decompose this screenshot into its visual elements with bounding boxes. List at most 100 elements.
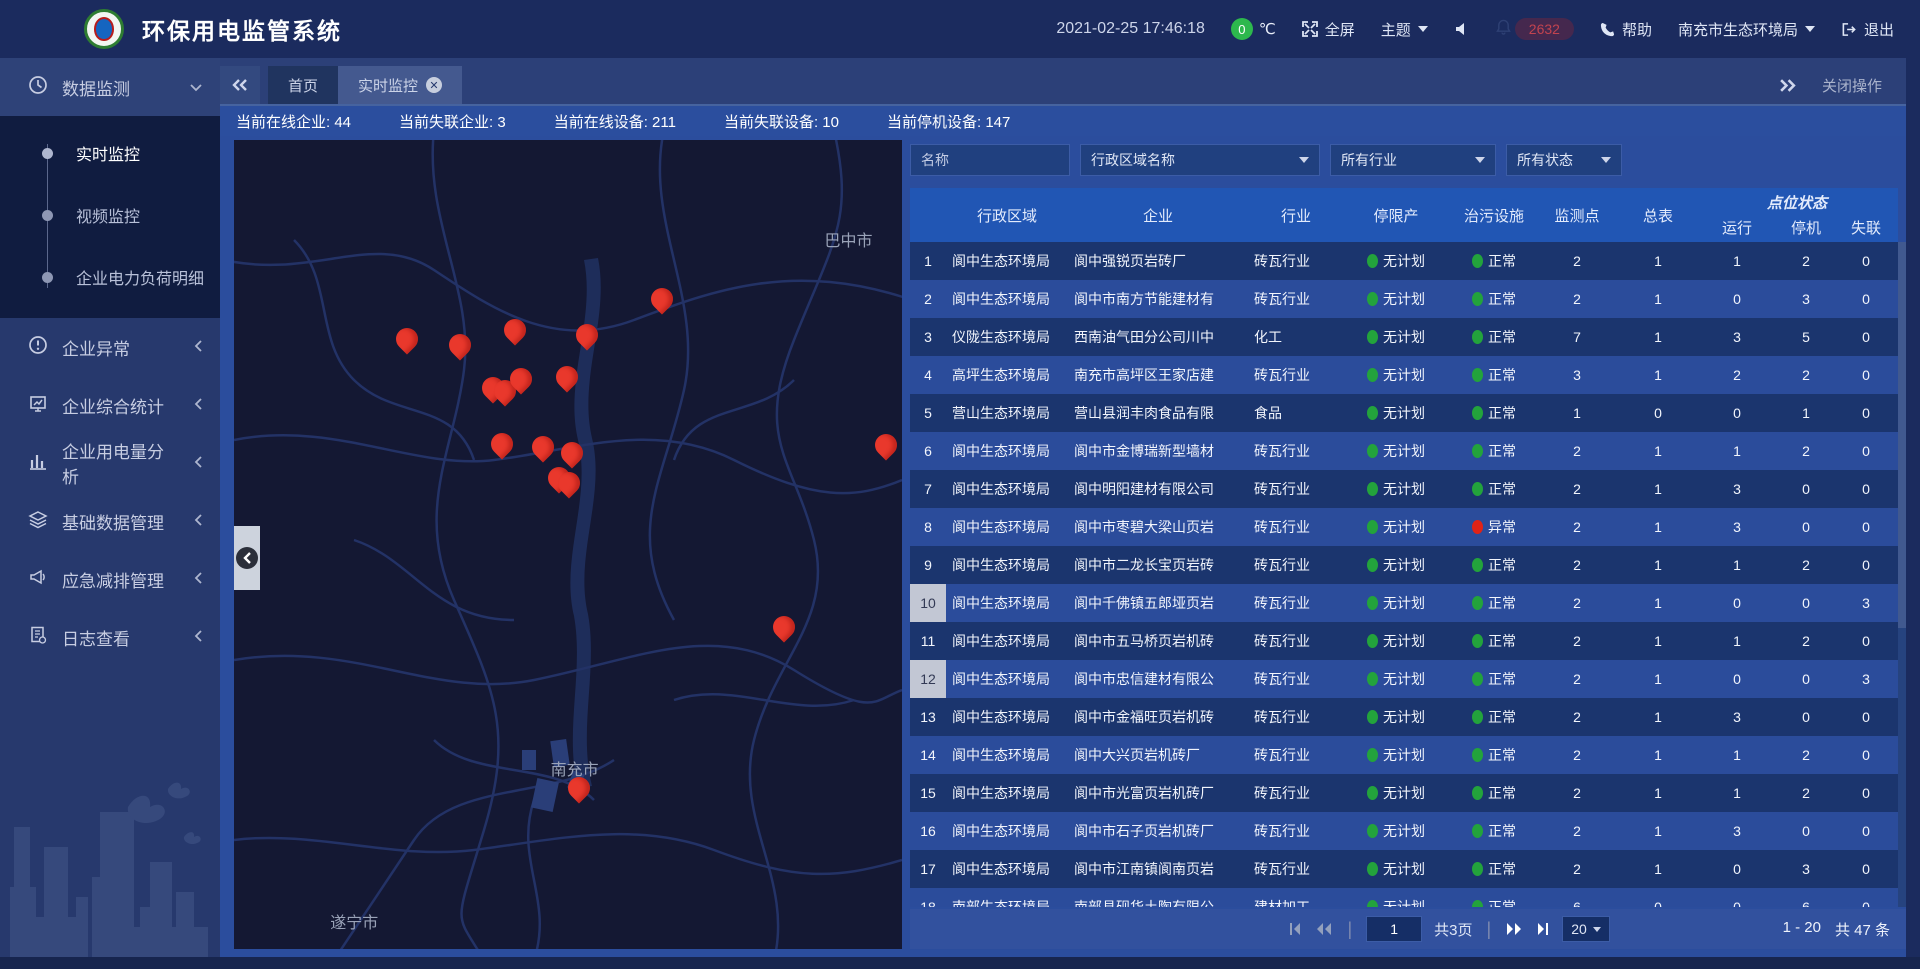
cell-count: 1 <box>1614 812 1702 850</box>
chevron-left-icon <box>194 511 202 531</box>
table-row[interactable]: 10阆中生态环境局阆中千佛镇五郎垭页岩砖瓦行业无计划正常21003 <box>910 584 1898 622</box>
sidebar-item[interactable]: 实时监控 <box>0 122 220 184</box>
cell-facility-status: 正常 <box>1448 470 1540 508</box>
notification-badge: 2632 <box>1515 18 1574 40</box>
fullscreen-button[interactable]: 全屏 <box>1302 19 1355 40</box>
cell-count: 2 <box>1540 508 1614 546</box>
sidebar-item[interactable]: 企业电力负荷明细 <box>0 246 220 308</box>
cell-count: 2 <box>1540 432 1614 470</box>
table-row[interactable]: 1阆中生态环境局阆中强锐页岩砖厂砖瓦行业无计划正常21120 <box>910 242 1898 280</box>
sidebar-group-4[interactable]: 企业用电量分析 <box>0 434 220 492</box>
table-row[interactable]: 9阆中生态环境局阆中市二龙长宝页岩砖砖瓦行业无计划正常21120 <box>910 546 1898 584</box>
table-header-cell[interactable]: 行政区域 <box>946 188 1068 242</box>
page-scrollbar[interactable] <box>1906 58 1920 957</box>
table-row[interactable]: 17阆中生态环境局阆中市江南镇阆南页岩砖瓦行业无计划正常21030 <box>910 850 1898 888</box>
alert-circle-icon <box>28 335 48 360</box>
table-header-cell[interactable]: 监测点 <box>1540 188 1614 242</box>
cell-count: 5 <box>1772 318 1840 356</box>
table-row[interactable]: 4高坪生态环境局南充市高坪区王家店建砖瓦行业无计划正常31220 <box>910 356 1898 394</box>
sidebar-group-2[interactable]: 企业异常 <box>0 318 220 376</box>
logout-button[interactable]: 退出 <box>1841 19 1894 40</box>
cell-enterprise: 阆中市五马桥页岩机砖 <box>1068 622 1248 660</box>
table-header-cell[interactable]: 失联 <box>1840 215 1892 242</box>
cell-count: 0 <box>1772 660 1840 698</box>
table-row[interactable]: 2阆中生态环境局阆中市南方节能建材有砖瓦行业无计划正常21030 <box>910 280 1898 318</box>
table-row[interactable]: 8阆中生态环境局阆中市枣碧大梁山页岩砖瓦行业无计划异常21300 <box>910 508 1898 546</box>
table-header-cell[interactable]: 总表 <box>1614 188 1702 242</box>
sidebar-group-6[interactable]: 应急减排管理 <box>0 550 220 608</box>
table-row[interactable]: 12阆中生态环境局阆中市忠信建材有限公砖瓦行业无计划正常21003 <box>910 660 1898 698</box>
table-scrollbar[interactable] <box>1898 242 1906 907</box>
sidebar-group-1[interactable]: 数据监测 <box>0 58 220 116</box>
table-row[interactable]: 3仪陇生态环境局西南油气田分公司川中化工无计划正常71350 <box>910 318 1898 356</box>
row-number: 14 <box>910 736 946 774</box>
table-row[interactable]: 5营山生态环境局营山县润丰肉食品有限食品无计划正常10010 <box>910 394 1898 432</box>
fullscreen-icon <box>1302 21 1318 37</box>
total-pages-label: 共3页 <box>1434 919 1472 940</box>
sidebar-group-5[interactable]: 基础数据管理 <box>0 492 220 550</box>
status-dot-icon <box>1367 900 1378 907</box>
facility-status-label: 异常 <box>1488 517 1516 537</box>
mute-button[interactable] <box>1454 21 1470 37</box>
cell-count: 0 <box>1840 432 1892 470</box>
cell-stop-status: 无计划 <box>1344 584 1448 622</box>
table-row[interactable]: 18南部生态环境局南部县砚华土陶有限公建材加工无计划正常60060 <box>910 888 1898 907</box>
tab-home[interactable]: 首页 <box>268 66 338 104</box>
table-header-cell[interactable]: 治污设施 <box>1448 188 1540 242</box>
cell-count: 0 <box>1702 660 1772 698</box>
close-operations-button[interactable]: 关闭操作 <box>1822 75 1882 96</box>
row-number: 5 <box>910 394 946 432</box>
first-page-button[interactable] <box>1288 922 1303 936</box>
cell-industry: 砖瓦行业 <box>1248 470 1344 508</box>
sidebar-item[interactable]: 视频监控 <box>0 184 220 246</box>
table-row[interactable]: 11阆中生态环境局阆中市五马桥页岩机砖砖瓦行业无计划正常21120 <box>910 622 1898 660</box>
tabs-scroll-left-button[interactable] <box>220 66 260 104</box>
cell-count: 2 <box>1540 812 1614 850</box>
stat-item: 当前在线设备: 211 <box>554 111 676 132</box>
cell-stop-status: 无计划 <box>1344 432 1448 470</box>
theme-dropdown[interactable]: 主题 <box>1381 19 1428 40</box>
table-header-cell[interactable]: 停限产 <box>1344 188 1448 242</box>
map[interactable]: 巴中市南充市遂宁市 <box>234 140 902 949</box>
help-button[interactable]: 帮助 <box>1600 19 1652 40</box>
table-header-cell[interactable]: 企业 <box>1068 188 1248 242</box>
name-search-input[interactable] <box>910 144 1070 176</box>
industry-select[interactable]: 所有行业 <box>1330 144 1496 176</box>
cell-stop-status: 无计划 <box>1344 242 1448 280</box>
page-size-select[interactable]: 20 <box>1562 916 1610 942</box>
org-dropdown[interactable]: 南充市生态环境局 <box>1678 19 1815 40</box>
table-header-cell[interactable]: 停机 <box>1772 215 1840 242</box>
cell-facility-status: 正常 <box>1448 698 1540 736</box>
notifications-button[interactable]: 2632 <box>1496 18 1574 40</box>
cell-stop-status: 无计划 <box>1344 888 1448 907</box>
cell-count: 1 <box>1614 850 1702 888</box>
next-page-button[interactable] <box>1505 922 1523 936</box>
log-icon <box>28 625 48 650</box>
table-row[interactable]: 7阆中生态环境局阆中明阳建材有限公司砖瓦行业无计划正常21300 <box>910 470 1898 508</box>
prev-page-button[interactable] <box>1315 922 1333 936</box>
table-header: 行政区域企业行业停限产治污设施监测点总表点位状态运行停机失联 <box>910 188 1898 242</box>
sidebar-group-label: 企业综合统计 <box>62 393 180 418</box>
table-row[interactable]: 16阆中生态环境局阆中市石子页岩机砖厂砖瓦行业无计划正常21300 <box>910 812 1898 850</box>
double-right-icon[interactable] <box>1779 79 1796 92</box>
region-select[interactable]: 行政区域名称 <box>1080 144 1320 176</box>
close-icon[interactable]: ✕ <box>426 77 442 93</box>
sidebar-group-3[interactable]: 企业综合统计 <box>0 376 220 434</box>
page-number-input[interactable] <box>1366 916 1422 942</box>
tab-realtime[interactable]: 实时监控✕ <box>338 66 462 104</box>
table-row[interactable]: 14阆中生态环境局阆中大兴页岩机砖厂砖瓦行业无计划正常21120 <box>910 736 1898 774</box>
cell-count: 0 <box>1702 584 1772 622</box>
status-select[interactable]: 所有状态 <box>1506 144 1622 176</box>
last-page-button[interactable] <box>1535 922 1550 936</box>
stop-status-label: 无计划 <box>1383 479 1425 499</box>
table-header-cell[interactable]: 行业 <box>1248 188 1344 242</box>
cell-count: 1 <box>1614 318 1702 356</box>
status-dot-icon <box>1472 520 1483 534</box>
table-row[interactable]: 6阆中生态环境局阆中市金博瑞新型墙材砖瓦行业无计划正常21120 <box>910 432 1898 470</box>
table-header-cell[interactable]: 运行 <box>1702 215 1772 242</box>
map-collapse-button[interactable] <box>234 526 260 590</box>
status-dot-icon <box>1472 900 1483 907</box>
sidebar-group-7[interactable]: 日志查看 <box>0 608 220 666</box>
table-row[interactable]: 15阆中生态环境局阆中市光富页岩机砖厂砖瓦行业无计划正常21120 <box>910 774 1898 812</box>
table-row[interactable]: 13阆中生态环境局阆中市金福旺页岩机砖砖瓦行业无计划正常21300 <box>910 698 1898 736</box>
